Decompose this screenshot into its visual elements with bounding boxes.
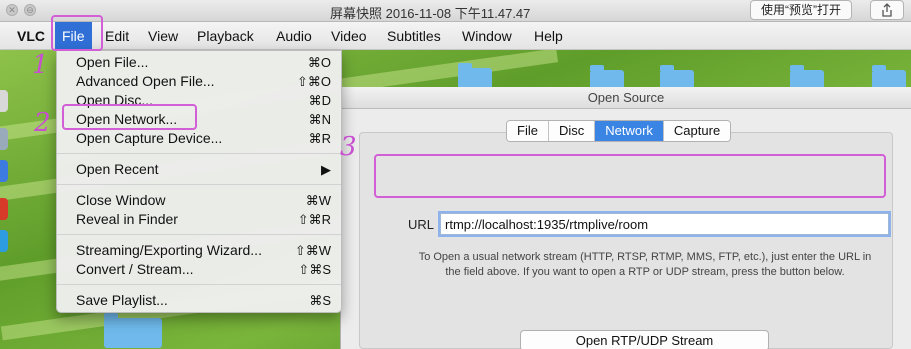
menu-item-shortcut: ⇧⌘O	[296, 74, 331, 89]
menu-bar: VLC File Edit View Playback Audio Video …	[0, 22, 911, 50]
menu-video[interactable]: Video	[324, 22, 374, 50]
dock-icon[interactable]	[0, 230, 8, 252]
menu-separator	[57, 234, 341, 235]
annotation-step-3: 3	[340, 132, 357, 162]
annotation-box-open-network	[62, 104, 197, 130]
dock-icon[interactable]	[0, 90, 8, 112]
tab-file[interactable]: File	[507, 121, 549, 141]
menu-item-shortcut: ⌘N	[308, 112, 331, 127]
menu-item-label: Open File...	[76, 54, 149, 70]
tab-disc[interactable]: Disc	[548, 121, 596, 141]
menu-item-convert-stream[interactable]: Convert / Stream... ⇧⌘S	[57, 260, 341, 279]
menu-item-open-recent[interactable]: Open Recent ▶	[57, 160, 341, 179]
menu-help[interactable]: Help	[527, 22, 570, 50]
menu-edit[interactable]: Edit	[98, 22, 136, 50]
menu-item-label: Open Capture Device...	[76, 130, 223, 146]
menu-item-save-playlist[interactable]: Save Playlist... ⌘S	[57, 291, 341, 310]
menu-item-shortcut: ⇧⌘R	[297, 212, 331, 227]
dock-icon[interactable]	[0, 198, 8, 220]
dock-icon[interactable]	[0, 128, 8, 150]
dialog-title: Open Source	[341, 87, 911, 109]
menu-separator	[57, 184, 341, 185]
menu-window[interactable]: Window	[455, 22, 519, 50]
hint-line: To Open a usual network stream (HTTP, RT…	[418, 251, 872, 263]
minimize-window-icon[interactable]: ⊖	[24, 4, 36, 16]
menu-item-advanced-open-file[interactable]: Advanced Open File... ⇧⌘O	[57, 72, 341, 91]
url-label: URL	[408, 217, 435, 232]
menu-item-label: Streaming/Exporting Wizard...	[76, 242, 262, 258]
network-hint-text: To Open a usual network stream (HTTP, RT…	[400, 250, 890, 280]
app-menu-vlc[interactable]: VLC	[10, 22, 52, 50]
screenshot-filename-title: 屏幕快照 2016-11-08 下午11.47.47	[330, 6, 531, 21]
menu-item-shortcut: ⇧⌘S	[298, 262, 331, 277]
menu-item-label: Reveal in Finder	[76, 211, 178, 227]
close-window-icon[interactable]: ✕	[6, 4, 18, 16]
menu-item-label: Save Playlist...	[76, 292, 168, 308]
submenu-arrow-icon: ▶	[321, 162, 331, 177]
menu-item-shortcut: ⌘S	[309, 293, 331, 308]
menu-item-open-capture-device[interactable]: Open Capture Device... ⌘R	[57, 129, 341, 148]
menu-item-shortcut: ⌘D	[308, 93, 331, 108]
preview-title-bar: ✕ ⊖ 屏幕快照 2016-11-08 下午11.47.47 使用“预览”打开	[0, 0, 911, 22]
menu-item-streaming-wizard[interactable]: Streaming/Exporting Wizard... ⇧⌘W	[57, 241, 341, 260]
menu-item-label: Open Recent	[76, 161, 159, 177]
menu-item-shortcut: ⌘R	[308, 131, 331, 146]
menu-item-open-file[interactable]: Open File... ⌘O	[57, 53, 341, 72]
url-input[interactable]	[440, 213, 889, 235]
source-tabs: File Disc Network Capture	[506, 120, 732, 142]
share-button[interactable]	[870, 0, 904, 20]
menu-item-shortcut: ⌘W	[305, 193, 331, 208]
menu-subtitles[interactable]: Subtitles	[380, 22, 448, 50]
menu-item-close-window[interactable]: Close Window ⌘W	[57, 191, 341, 210]
menu-view[interactable]: View	[141, 22, 185, 50]
annotation-box-file-menu	[51, 15, 103, 51]
hint-line: the field above. If you want to open a R…	[445, 266, 845, 278]
menu-item-shortcut: ⇧⌘W	[294, 243, 331, 258]
menu-item-label: Close Window	[76, 192, 166, 208]
file-menu-dropdown: Open File... ⌘O Advanced Open File... ⇧⌘…	[56, 50, 342, 313]
menu-playback[interactable]: Playback	[190, 22, 261, 50]
open-source-dialog: Open Source URL To Open a usual network …	[340, 87, 911, 349]
open-with-preview-button[interactable]: 使用“预览”打开	[750, 0, 852, 20]
menu-item-label: Convert / Stream...	[76, 261, 194, 277]
menu-item-shortcut: ⌘O	[307, 55, 331, 70]
menu-item-label: Advanced Open File...	[76, 73, 215, 89]
desktop-folder-icon[interactable]	[104, 313, 162, 348]
annotation-step-1: 1	[32, 50, 49, 80]
menu-audio[interactable]: Audio	[269, 22, 319, 50]
tab-network[interactable]: Network	[595, 121, 664, 141]
share-icon	[882, 3, 892, 17]
open-rtp-udp-stream-button[interactable]: Open RTP/UDP Stream	[520, 330, 769, 349]
menu-separator	[57, 153, 341, 154]
annotation-step-2: 2	[34, 108, 51, 138]
tab-capture[interactable]: Capture	[663, 121, 731, 141]
dock-icon[interactable]	[0, 160, 8, 182]
annotation-box-url-field	[374, 154, 886, 198]
menu-item-reveal-in-finder[interactable]: Reveal in Finder ⇧⌘R	[57, 210, 341, 229]
menu-separator	[57, 284, 341, 285]
